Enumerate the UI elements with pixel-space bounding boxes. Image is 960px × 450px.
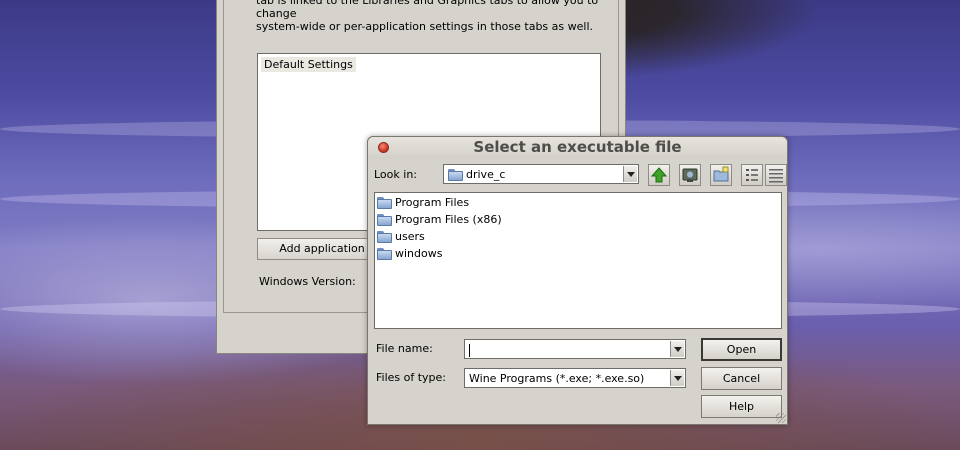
file-type-value: Wine Programs (*.exe; *.exe.so) [469, 372, 645, 385]
file-name: Program Files [395, 196, 470, 209]
list-item[interactable]: Program Files [377, 195, 469, 211]
folder-icon [377, 197, 393, 209]
file-name-input[interactable] [464, 339, 686, 359]
select-executable-dialog: Select an executable file Look in: drive… [367, 136, 788, 425]
resize-grip[interactable] [776, 413, 786, 423]
close-icon[interactable] [378, 142, 389, 153]
look-in-dropdown[interactable]: drive_c [443, 164, 639, 184]
chevron-down-icon[interactable] [670, 341, 684, 357]
list-view-button[interactable] [741, 164, 763, 186]
cancel-button[interactable]: Cancel [701, 367, 782, 390]
file-name: Program Files (x86) [395, 213, 502, 226]
up-folder-icon [650, 167, 668, 183]
new-folder-icon [713, 166, 729, 182]
folder-icon [377, 214, 393, 226]
list-item[interactable]: Program Files (x86) [377, 212, 502, 228]
file-type-label: Files of type: [376, 371, 447, 384]
list-item[interactable]: users [377, 229, 425, 245]
desktop-button[interactable] [679, 164, 701, 186]
details-view-icon [769, 169, 783, 183]
list-item[interactable]: windows [377, 246, 442, 262]
folder-icon [377, 248, 393, 260]
folder-icon [448, 169, 464, 181]
look-in-value: drive_c [466, 168, 506, 181]
new-folder-button[interactable] [710, 164, 732, 186]
list-view-icon [746, 169, 758, 181]
chevron-down-icon[interactable] [670, 370, 684, 386]
windows-version-label: Windows Version: [259, 275, 356, 288]
dialog-titlebar[interactable]: Select an executable file [368, 137, 787, 159]
dialog-title: Select an executable file [473, 138, 682, 156]
text-caret [469, 343, 470, 357]
open-button[interactable]: Open [701, 338, 782, 361]
list-item[interactable]: Default Settings [261, 57, 356, 72]
file-name: users [395, 230, 425, 243]
file-type-dropdown[interactable]: Wine Programs (*.exe; *.exe.so) [464, 368, 686, 388]
file-name-label: File name: [376, 342, 433, 355]
tab-description: tab is linked to the Libraries and Graph… [256, 0, 599, 33]
details-view-button[interactable] [765, 164, 787, 186]
chevron-down-icon[interactable] [623, 166, 637, 182]
look-in-label: Look in: [374, 168, 417, 181]
file-name: windows [395, 247, 443, 260]
folder-icon [377, 231, 393, 243]
file-list[interactable]: Program Files Program Files (x86) users … [374, 192, 782, 329]
help-button[interactable]: Help [701, 395, 782, 418]
desktop-icon [682, 168, 698, 182]
up-folder-button[interactable] [648, 164, 670, 186]
